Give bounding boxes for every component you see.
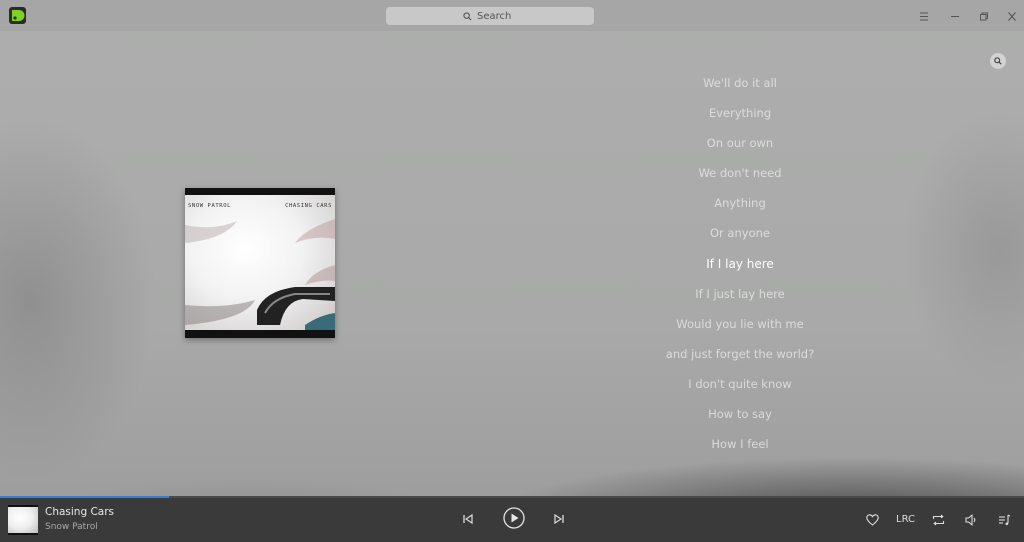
- track-artist[interactable]: Snow Patrol: [45, 522, 98, 532]
- repeat-button[interactable]: [930, 512, 946, 528]
- title-bar: [0, 0, 1024, 31]
- lyrics-panel: We'll do it all Everything On our own We do…: [620, 70, 860, 461]
- lyric-line[interactable]: Would you lie with me: [620, 311, 860, 341]
- volume-button[interactable]: [963, 512, 979, 528]
- album-cover: SNOW PATROL CHASING CARS: [185, 188, 335, 338]
- hamburger-menu-icon: [920, 12, 928, 20]
- menu-button[interactable]: [917, 9, 931, 23]
- lyric-line[interactable]: Anything: [620, 190, 860, 220]
- app-logo-icon: [9, 7, 26, 24]
- blurred-background: [0, 0, 1024, 542]
- playlist-button[interactable]: [996, 512, 1012, 528]
- progress-bar-fill: [0, 496, 169, 498]
- previous-button[interactable]: [460, 511, 476, 527]
- now-playing-thumbnail[interactable]: [8, 505, 38, 535]
- lyric-line[interactable]: On our own: [620, 130, 860, 160]
- album-cover-art: SNOW PATROL CHASING CARS: [185, 195, 335, 330]
- lyric-line-current[interactable]: If I lay here: [620, 251, 860, 281]
- player-bar: Chasing Cars Snow Patrol LRC: [0, 496, 1024, 542]
- playlist-icon: [998, 514, 1010, 526]
- progress-bar[interactable]: [0, 496, 1024, 498]
- restore-icon: [980, 12, 988, 20]
- lyric-line[interactable]: If I just lay here: [620, 281, 860, 311]
- play-icon: [503, 507, 525, 529]
- music-player-window: SNOW PATROL CHASING CARS We'll do it all…: [0, 0, 1024, 542]
- lyric-line[interactable]: Or anyone: [620, 220, 860, 250]
- search-field[interactable]: [477, 10, 517, 22]
- next-icon: [554, 513, 564, 525]
- lyric-line[interactable]: We don't need: [620, 160, 860, 190]
- search-icon: [463, 11, 472, 20]
- heart-icon: [865, 514, 879, 526]
- lyric-line[interactable]: and just forget the world?: [620, 341, 860, 371]
- volume-icon: [964, 514, 975, 526]
- lyric-line[interactable]: How I feel: [620, 431, 860, 461]
- previous-icon: [463, 513, 473, 525]
- lyric-line[interactable]: I don't quite know: [620, 371, 860, 401]
- track-title[interactable]: Chasing Cars: [45, 506, 114, 518]
- close-icon: [1008, 11, 1016, 21]
- search-icon: [994, 57, 1002, 65]
- play-button[interactable]: [503, 507, 525, 529]
- lrc-button[interactable]: LRC: [896, 514, 915, 525]
- lyrics-search-button[interactable]: [990, 53, 1006, 69]
- lyric-line[interactable]: How to say: [620, 401, 860, 431]
- repeat-icon: [932, 514, 944, 526]
- search-input[interactable]: [386, 7, 594, 25]
- minimize-button[interactable]: [948, 9, 962, 23]
- thumbnail-art: [8, 507, 38, 533]
- cover-artwork-shape: [185, 219, 335, 330]
- restore-button[interactable]: [977, 9, 991, 23]
- close-button[interactable]: [1005, 9, 1019, 23]
- next-button[interactable]: [551, 511, 567, 527]
- favorite-button[interactable]: [864, 512, 880, 528]
- minimize-icon: [951, 15, 959, 17]
- lyric-line[interactable]: Everything: [620, 100, 860, 130]
- lyric-line[interactable]: We'll do it all: [620, 70, 860, 100]
